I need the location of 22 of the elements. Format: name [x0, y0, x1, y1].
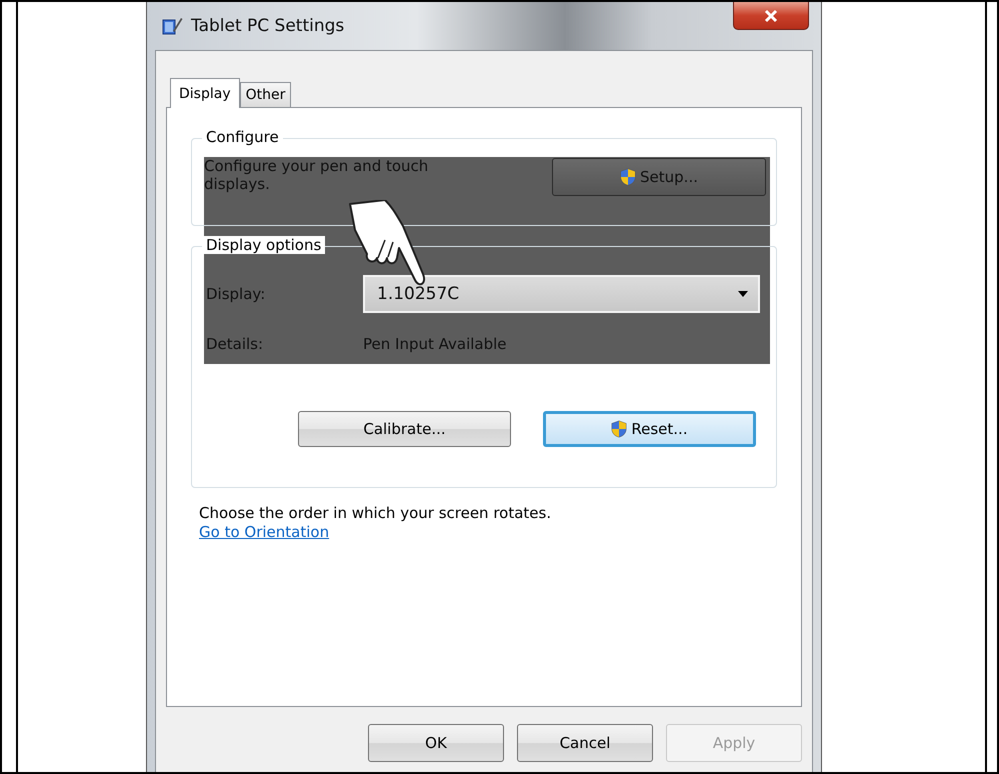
group-title: Display options: [202, 236, 326, 254]
display-dropdown[interactable]: 1.10257C: [363, 275, 760, 313]
action-button[interactable]: Reset...: [543, 411, 756, 447]
details-value: Pen Input Available: [363, 335, 508, 353]
orientation-link[interactable]: Go to Orientation: [199, 523, 330, 541]
window-title: Tablet PC Settings: [191, 16, 344, 36]
dialog-button[interactable]: OK: [368, 724, 504, 762]
shield-icon: [620, 168, 636, 186]
description-text: Configure your pen and touch displays.: [204, 157, 430, 193]
dropdown-arrow-icon: [738, 291, 748, 297]
tab[interactable]: Other: [240, 82, 292, 107]
close-icon: [764, 8, 778, 22]
shield-icon: [611, 420, 628, 438]
field-label: Details:: [206, 335, 264, 353]
field-label: Display:: [206, 285, 266, 303]
tablet-pen-icon: [161, 15, 183, 37]
dialog-button[interactable]: Cancel: [517, 724, 653, 762]
instruction-text: Choose the order in which your screen rotates.: [198, 504, 552, 522]
group-title: Configure: [202, 128, 283, 146]
tab[interactable]: Display: [170, 78, 240, 108]
action-button[interactable]: Calibrate...: [298, 411, 511, 447]
close-button[interactable]: [733, 2, 809, 30]
